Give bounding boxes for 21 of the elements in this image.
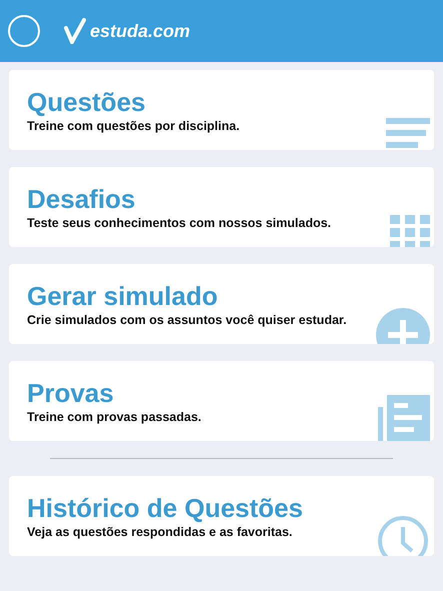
card-title: Histórico de Questões: [27, 494, 304, 523]
card-description: Teste seus conhecimentos com nossos simulados.: [27, 214, 332, 232]
menu-card[interactable]: Desafios Teste seus conhecimentos com nossos simulados.: [9, 167, 434, 247]
grid-icon: [390, 215, 430, 247]
card-title: Gerar simulado: [27, 282, 219, 311]
card-description: Veja as questões respondidas e as favoritas.: [27, 524, 294, 541]
app-logo: estuda.com: [90, 20, 190, 42]
menu-card[interactable]: Gerar simulado Crie simulados com os assuntos você quiser estudar.: [9, 264, 434, 344]
card-title: Desafios: [27, 185, 136, 214]
document-icon: [378, 395, 430, 441]
card-description: Crie simulados com os assuntos você quiser estudar.: [27, 312, 348, 329]
menu-card[interactable]: Histórico de Questões Veja as questões respondidas e as favoritas.: [9, 476, 434, 556]
menu-card[interactable]: Questões Treine com questões por disciplina.: [9, 70, 434, 150]
checkmark-logo-icon: [64, 18, 86, 44]
list-icon: [386, 118, 430, 150]
card-title: Provas: [27, 379, 115, 408]
card-title: Questões: [27, 88, 146, 117]
card-description: Treine com provas passadas.: [27, 408, 202, 426]
avatar-icon[interactable]: [8, 15, 40, 47]
card-description: Treine com questões por disciplina.: [27, 118, 241, 135]
menu-card[interactable]: Provas Treine com provas passadas.: [9, 361, 434, 441]
